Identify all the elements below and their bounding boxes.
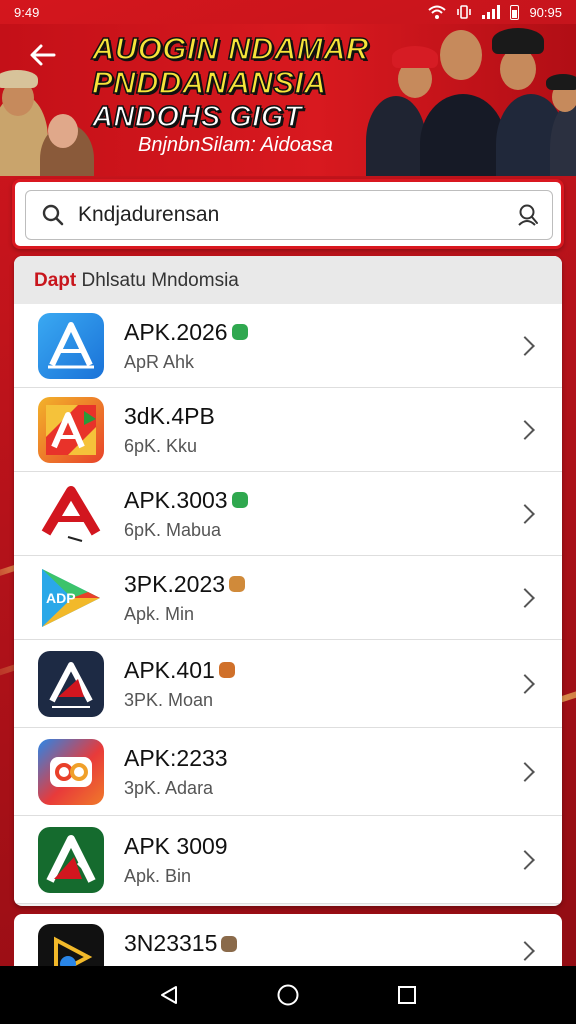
app-title: 3PK.2023 <box>124 570 226 597</box>
recents-square-icon <box>397 986 416 1004</box>
app-title: APK.401 <box>124 656 215 683</box>
app-subtitle: 3PK. Moan <box>124 689 214 710</box>
a-blue-icon <box>38 312 104 379</box>
app-subtitle: 6pK. Mabua <box>124 519 222 540</box>
app-title: APK 3009 <box>124 832 228 859</box>
play-store-icon: ADP <box>38 565 104 631</box>
recents-nav-button[interactable] <box>392 980 422 1010</box>
chevron-right-icon <box>515 587 535 608</box>
search-input[interactable]: Kndjadurensan <box>25 190 553 240</box>
a-red-yellow-icon <box>38 396 104 463</box>
section-header: Dapt Dhlsatu Mndomsia <box>14 256 562 304</box>
list-item[interactable]: APK.2026 ApR Ahk <box>14 304 562 388</box>
list-item[interactable]: 3dK.4PB 6pK. Kku <box>14 388 562 472</box>
chevron-right-icon <box>515 941 535 961</box>
section-label: Dhlsatu Mndomsia <box>76 270 239 291</box>
camera-bubble-icon <box>38 738 104 805</box>
list-item[interactable]: APK.3003 6pK. Mabua <box>14 472 562 556</box>
list-item[interactable]: APK:2233 3pK. Adara <box>14 728 562 816</box>
badge-icon <box>231 492 248 508</box>
app-title: APK.3003 <box>124 486 228 513</box>
back-nav-button[interactable] <box>154 980 184 1010</box>
section-accent: Dapt <box>34 270 77 291</box>
badge-icon <box>231 324 248 340</box>
app-title: 3N23315 <box>124 930 218 956</box>
app-subtitle: ApR Ahk <box>124 351 195 372</box>
vibrate-icon <box>457 5 472 19</box>
banner-title-line-2: PNDDANANSIA <box>91 65 327 101</box>
a-red-white-icon <box>38 480 104 547</box>
badge-icon <box>221 935 238 952</box>
app-title: APK:2233 <box>124 744 228 771</box>
battery-icon <box>510 4 520 20</box>
list-item[interactable]: APK.401 3PK. Moan <box>14 640 562 728</box>
signal-icon <box>482 5 501 19</box>
wifi-icon <box>428 5 447 19</box>
a-green-icon <box>38 826 104 893</box>
list-item[interactable]: ADP 3PK.2023 Apk. Min <box>14 556 562 640</box>
search-value: Kndjadurensan <box>78 203 220 226</box>
chevron-right-icon <box>515 761 535 782</box>
list-item[interactable]: APK 3009 Apk. Bin <box>14 816 562 904</box>
badge-icon <box>218 662 235 678</box>
profile-search-icon[interactable] <box>516 203 540 227</box>
banner-title: AUOGIN NDAMAR PNDDANANSIA ANDOHS GIGT <box>91 31 392 134</box>
back-triangle-icon <box>161 986 178 1004</box>
list-item-partial[interactable]: 3N23315 <box>14 914 562 974</box>
app-subtitle: 6pK. Kku <box>124 435 198 456</box>
app-subtitle: 3pK. Adara <box>124 777 214 798</box>
banner-title-line-1: AUOGIN NDAMAR <box>91 31 369 67</box>
chevron-right-icon <box>515 673 535 694</box>
search-icon <box>42 204 64 226</box>
app-subtitle: Apk. Min <box>124 603 195 624</box>
search-container: Kndjadurensan <box>12 179 564 249</box>
banner-subtitle: BnjnbnSilam: Aidoasa <box>138 134 333 156</box>
chevron-right-icon <box>515 419 535 440</box>
status-bar: 9:49 90:95 <box>0 0 576 24</box>
banner-title-line-3: ANDOHS GIGT <box>91 100 303 134</box>
chevron-right-icon <box>515 503 535 524</box>
navigation-bar <box>0 966 576 1024</box>
a-navy-icon <box>38 650 104 717</box>
svg-text:ADP: ADP <box>46 590 76 606</box>
back-arrow-icon[interactable] <box>26 40 60 74</box>
app-list-panel: Dapt Dhlsatu Mndomsia APK.2026 ApR Ahk 3… <box>14 256 562 906</box>
app-subtitle: Apk. Bin <box>124 865 192 886</box>
status-time: 9:49 <box>14 4 40 20</box>
chevron-right-icon <box>515 335 535 356</box>
home-nav-button[interactable] <box>273 980 303 1010</box>
app-title: APK.2026 <box>124 318 228 345</box>
chevron-right-icon <box>515 849 535 870</box>
home-circle-icon <box>277 984 299 1006</box>
app-title: 3dK.4PB <box>124 402 215 429</box>
status-clock: 90:95 <box>529 4 562 20</box>
header-banner: AUOGIN NDAMAR PNDDANANSIA ANDOHS GIGT Bn… <box>0 24 576 176</box>
badge-icon <box>229 576 246 592</box>
